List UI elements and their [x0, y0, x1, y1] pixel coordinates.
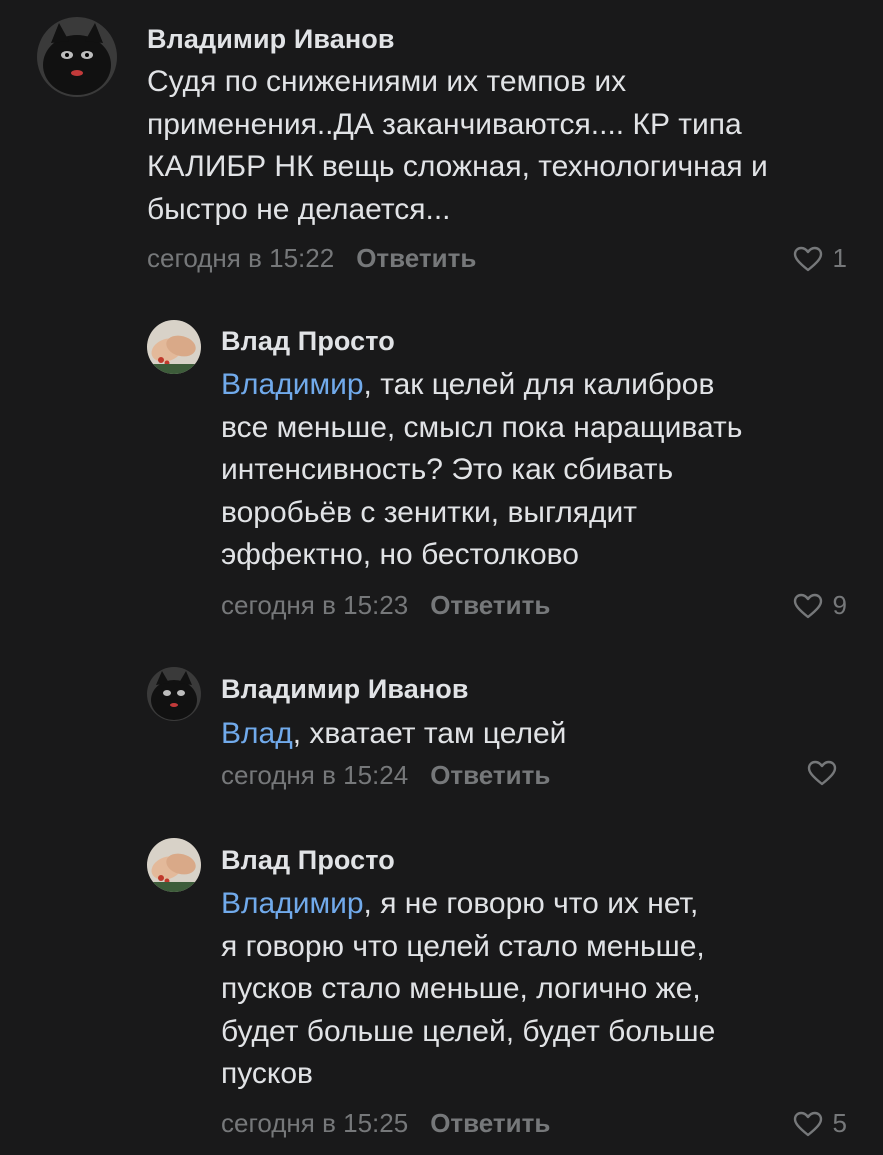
comment-text-line: Судя по снижениями их темпов их [147, 65, 627, 98]
comment-text-line: будет больше целей, будет больше [221, 1014, 716, 1048]
comment-author[interactable]: Владимир Иванов [147, 24, 395, 55]
comment-text: Владимир, я не говорю что их нет, я гово… [221, 883, 715, 1096]
reply-button[interactable]: Ответить [430, 760, 550, 790]
mention-link[interactable]: Влад [221, 717, 293, 750]
like-button[interactable]: 9 [793, 590, 847, 621]
comment-text-line: все меньше, смысл пока наращивать [221, 410, 743, 444]
comment-text-line: Влад, хватает там целей [221, 713, 566, 756]
comment-text-fragment: , хватает там целей [292, 717, 567, 750]
comment-text-line: применения..ДА заканчиваются.... КР типа [147, 107, 742, 141]
comment-text-line: Владимир, я не говорю что их нет, [221, 883, 715, 926]
like-count: 1 [832, 243, 847, 273]
comment-timestamp: сегодня в 15:24 [221, 760, 409, 790]
heart-outline-icon [793, 593, 822, 618]
comment-text-line: я говорю что целей стало меньше, [221, 929, 705, 963]
comment-text-line: быстро не делается... [147, 192, 451, 226]
comment-text-line: воробьёв с зенитки, выглядит [221, 495, 638, 529]
comment-meta: сегодня в 15:23 Ответить [221, 590, 550, 621]
comment-text-line: пусков [221, 1057, 313, 1090]
hands-avatar-icon [147, 320, 201, 374]
avatar[interactable] [147, 320, 201, 374]
like-count: 9 [832, 590, 847, 620]
like-button[interactable] [807, 760, 847, 786]
avatar[interactable] [37, 17, 117, 97]
reply-button[interactable]: Ответить [430, 590, 550, 620]
comment-timestamp: сегодня в 15:25 [221, 1108, 409, 1138]
black-cat-avatar-icon [147, 667, 201, 721]
comment-timestamp: сегодня в 15:22 [147, 243, 335, 273]
comment-meta: сегодня в 15:24 Ответить [221, 760, 550, 791]
comment-author[interactable]: Влад Просто [221, 326, 395, 357]
comment-text-line: пусков стало меньше, логично же, [221, 972, 701, 1005]
heart-outline-icon [793, 246, 822, 271]
mention-link[interactable]: Владимир [221, 887, 364, 920]
comment-text-line: Владимир, так целей для калибров [221, 364, 742, 407]
comment-author[interactable]: Влад Просто [221, 845, 395, 876]
comment-text: Влад, хватает там целей [221, 713, 566, 756]
comment-text: Судя по снижениями их темпов их применен… [147, 61, 768, 231]
reply-button[interactable]: Ответить [430, 1108, 550, 1138]
comment-text-fragment: , так целей для калибров [363, 368, 715, 401]
heart-outline-icon [793, 1111, 822, 1136]
comment-timestamp: сегодня в 15:23 [221, 590, 409, 620]
like-button[interactable]: 1 [793, 243, 847, 274]
heart-outline-icon [807, 760, 837, 786]
like-button[interactable]: 5 [793, 1108, 847, 1139]
comment-text-fragment: , я не говорю что их нет, [363, 887, 699, 920]
comment-text-line: КАЛИБР НК вещь сложная, технологичная и [147, 150, 768, 183]
like-count: 5 [832, 1108, 847, 1138]
black-cat-avatar-icon [37, 17, 117, 97]
comment-meta: сегодня в 15:22 Ответить [147, 243, 476, 274]
mention-link[interactable]: Владимир [221, 368, 364, 401]
comment-text-line: интенсивность? Это как сбивать [221, 453, 674, 486]
avatar[interactable] [147, 667, 201, 721]
comment-author[interactable]: Владимир Иванов [221, 674, 469, 705]
comment-text: Владимир, так целей для калибров все мен… [221, 364, 742, 577]
reply-button[interactable]: Ответить [356, 243, 476, 273]
avatar[interactable] [147, 838, 201, 892]
comment-text-line: эффектно, но бестолково [221, 538, 579, 571]
hands-avatar-icon [147, 838, 201, 892]
comment-meta: сегодня в 15:25 Ответить [221, 1108, 550, 1139]
